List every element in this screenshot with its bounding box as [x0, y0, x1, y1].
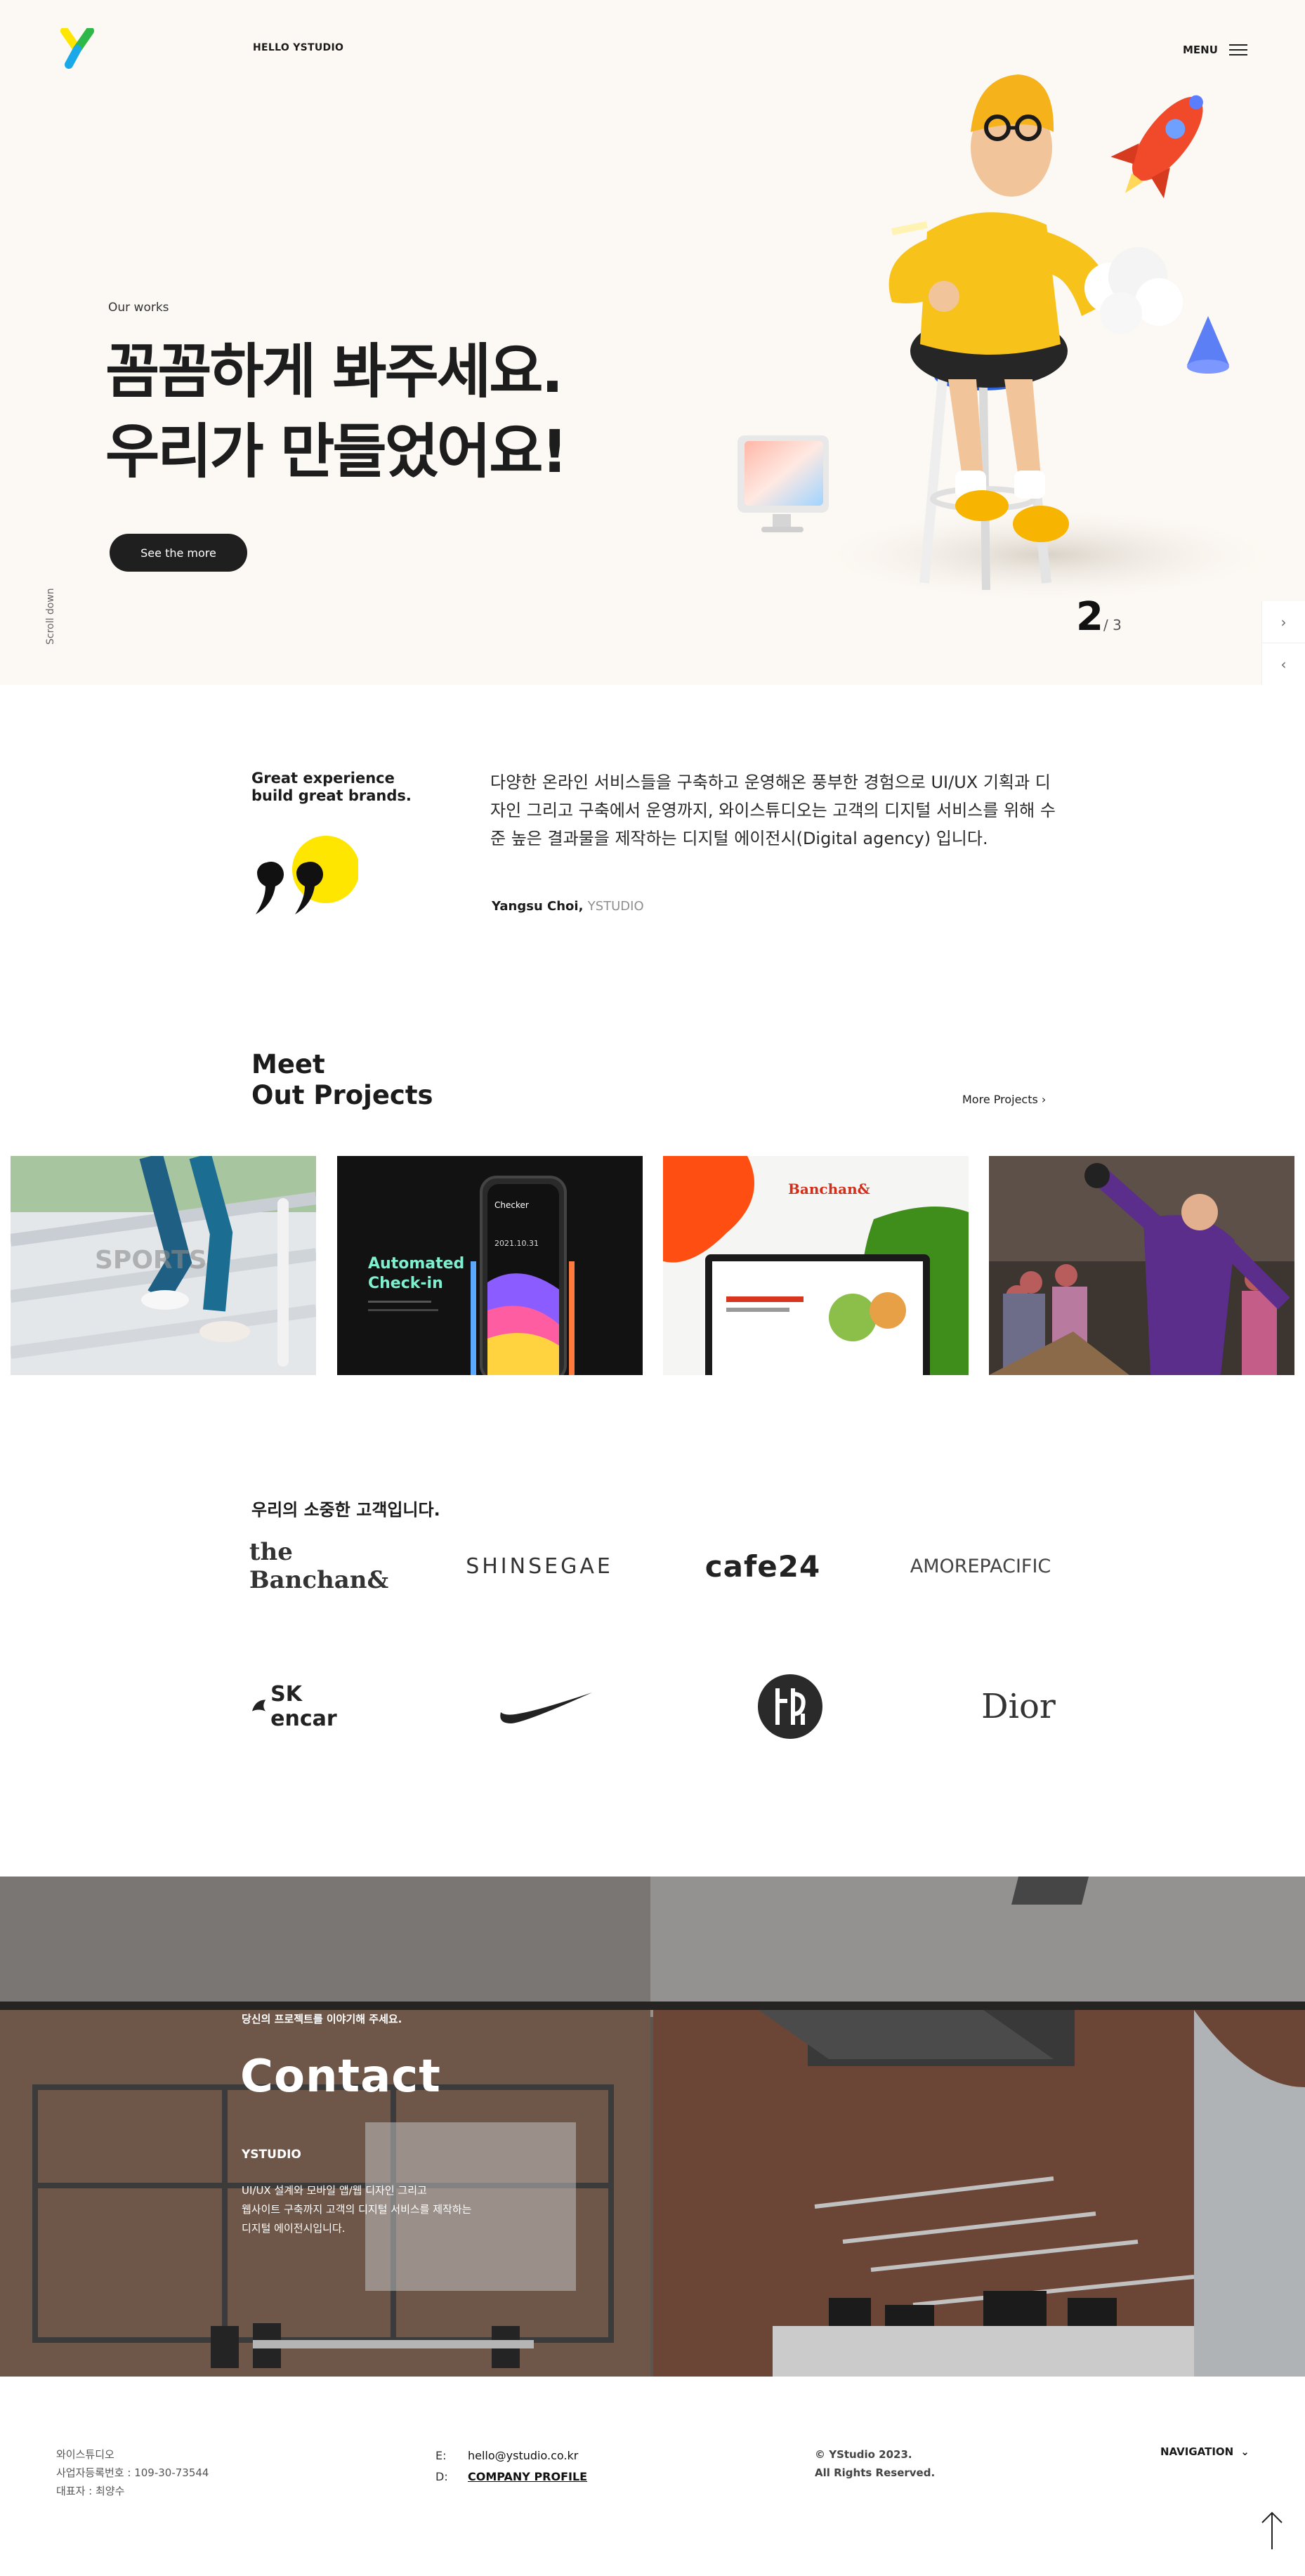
navigation-label: NAVIGATION: [1160, 2445, 1234, 2458]
sports-overlay-text: SPORTS: [95, 1246, 207, 1275]
checker-image: Automated Check-in Checker 2021.10.31: [337, 1156, 643, 1375]
svg-text:Checker: Checker: [494, 1200, 529, 1210]
svg-text:Automated: Automated: [368, 1255, 464, 1273]
project-card-sports[interactable]: SPORTS: [11, 1156, 316, 1375]
sulwhasoo-emblem-icon: [758, 1674, 822, 1739]
amorepacific-logo-text: AMOREPACIFIC: [910, 1555, 1051, 1577]
svg-text:Check-in: Check-in: [368, 1275, 443, 1292]
footer-copyright: © YStudio 2023. All Rights Reserved.: [815, 2445, 935, 2482]
copyright-text: © YStudio 2023.: [815, 2448, 912, 2461]
projects-title-line-1: Meet: [251, 1049, 325, 1079]
client-logo-nike: [492, 1678, 597, 1735]
headline-line-2: 우리가 만들었어요!: [105, 417, 568, 486]
hero-3d-illustration: [737, 74, 1285, 604]
contact-eyebrow: 당신의 프로젝트를 이야기해 주세요.: [242, 2013, 402, 2025]
svg-text:Banchan&: Banchan&: [788, 1181, 870, 1197]
chevron-right-icon: ›: [1041, 1093, 1047, 1106]
email-link[interactable]: hello@ystudio.co.kr: [468, 2449, 578, 2462]
nike-swoosh-icon: [500, 1693, 592, 1723]
footer-contact: E: hello@ystudio.co.kr D: COMPANY PROFILE: [435, 2445, 587, 2488]
about-description: 다양한 온라인 서비스들을 구축하고 운영해온 풍부한 경험으로 UI/UX 기…: [490, 773, 1056, 848]
shinsegae-logo-text: SHINSEGAE: [466, 1553, 613, 1579]
cafe24-logo-text: cafe24: [704, 1549, 821, 1584]
more-projects-label: More Projects: [962, 1093, 1038, 1106]
bowling-image: [989, 1156, 1294, 1375]
headline-line-1: 꼼꼼하게 봐주세요.: [105, 337, 563, 406]
footer-ceo: 대표자 : 최양수: [56, 2485, 125, 2497]
client-logo-cafe24: cafe24: [688, 1538, 837, 1594]
projects-title-line-2: Out Projects: [251, 1080, 433, 1110]
contact-desc-line-1: UI/UX 설계와 모바일 앱/웹 디자인 그리고: [242, 2184, 427, 2197]
character-figure: [888, 74, 1110, 542]
author-company: YSTUDIO: [587, 899, 644, 914]
scroll-down-hint: Scroll down: [45, 588, 56, 645]
footer-company-info: 와이스튜디오 사업자등록번호 : 109-30-73544 대표자 : 최양수: [56, 2445, 209, 2500]
brand-text[interactable]: HELLO YSTUDIO: [253, 42, 343, 53]
project-card-banchan[interactable]: Banchan&: [663, 1156, 969, 1375]
slide-counter: 2/ 3: [1076, 594, 1122, 640]
ystudio-logo[interactable]: [59, 28, 96, 69]
author-name: Yangsu Choi,: [492, 899, 584, 914]
sports-image: SPORTS: [11, 1156, 316, 1375]
client-logo-dior: Dior: [969, 1678, 1068, 1735]
sk-butterfly-icon: [251, 1700, 266, 1711]
slider-controls: › ‹: [1261, 601, 1305, 685]
profile-key: D:: [435, 2470, 448, 2483]
svg-text:2021.10.31: 2021.10.31: [494, 1239, 539, 1248]
dior-logo-text: Dior: [981, 1687, 1056, 1726]
client-logo-shinsegae: SHINSEGAE: [465, 1538, 614, 1594]
slide-current: 2: [1076, 594, 1103, 640]
contact-desc-line-3: 디지털 에이전시입니다.: [242, 2222, 346, 2235]
rocket-object: [1110, 95, 1203, 199]
cloud-object: [1084, 247, 1183, 334]
client-logo-amorepacific: AMOREPACIFIC: [906, 1538, 1055, 1594]
scroll-top-arrow-icon[interactable]: [1260, 2510, 1284, 2551]
projects-title: Meet Out Projects: [251, 1049, 433, 1111]
client-logo-skencar: SK encar: [250, 1678, 348, 1735]
contact-desc-line-2: 웹사이트 구축까지 고객의 디지털 서비스를 제작하는: [242, 2203, 472, 2216]
about-author: Yangsu Choi, YSTUDIO: [492, 899, 644, 914]
project-card-checker[interactable]: Automated Check-in Checker 2021.10.31: [337, 1156, 643, 1375]
see-more-button[interactable]: See the more: [110, 534, 247, 572]
cone-object: [1187, 316, 1229, 374]
email-key: E:: [435, 2449, 447, 2462]
quote-icon: [256, 836, 358, 914]
tagline-line-1: Great experience: [251, 770, 395, 787]
contact-section: [0, 1877, 1305, 2377]
contact-description: UI/UX 설계와 모바일 앱/웹 디자인 그리고 웹사이트 구축까지 고객의 …: [242, 2181, 473, 2238]
project-card-bowling[interactable]: [989, 1156, 1294, 1375]
client-logo-sulwhasoo: [752, 1671, 829, 1742]
monitor-object: [737, 435, 829, 532]
hero-eyebrow: Our works: [108, 301, 169, 315]
banchan-logo-text: the Banchan&: [249, 1538, 389, 1594]
hero-headline: 꼼꼼하게 봐주세요. 우리가 만들었어요!: [105, 331, 568, 492]
slide-total: / 3: [1103, 617, 1122, 633]
chevron-down-icon: ⌄: [1240, 2445, 1250, 2458]
office-background-image: [0, 1877, 1305, 2377]
company-profile-link[interactable]: COMPANY PROFILE: [468, 2470, 587, 2483]
client-logo-banchan: the Banchan&: [249, 1538, 389, 1594]
about-tagline: Great experience build great brands.: [251, 770, 412, 805]
contact-title: Contact: [240, 2051, 441, 2103]
rights-text: All Rights Reserved.: [815, 2466, 936, 2479]
next-slide-chevron-icon[interactable]: ›: [1262, 601, 1305, 643]
footer-company-name: 와이스튜디오: [56, 2448, 114, 2461]
banchan-image: Banchan&: [663, 1156, 969, 1375]
footer-navigation-dropdown[interactable]: NAVIGATION ⌄: [1160, 2445, 1250, 2458]
footer-biz-no: 사업자등록번호 : 109-30-73544: [56, 2466, 209, 2479]
tagline-line-2: build great brands.: [251, 787, 412, 804]
hero-section: HELLO YSTUDIO MENU Our works 꼼꼼하게 봐주세요. …: [0, 0, 1305, 685]
clients-title: 우리의 소중한 고객입니다.: [251, 1500, 440, 1520]
prev-slide-chevron-icon[interactable]: ‹: [1262, 643, 1305, 685]
skencar-logo-text: SK encar: [270, 1682, 337, 1731]
more-projects-link[interactable]: More Projects ›: [962, 1093, 1046, 1106]
contact-company: YSTUDIO: [242, 2148, 301, 2162]
